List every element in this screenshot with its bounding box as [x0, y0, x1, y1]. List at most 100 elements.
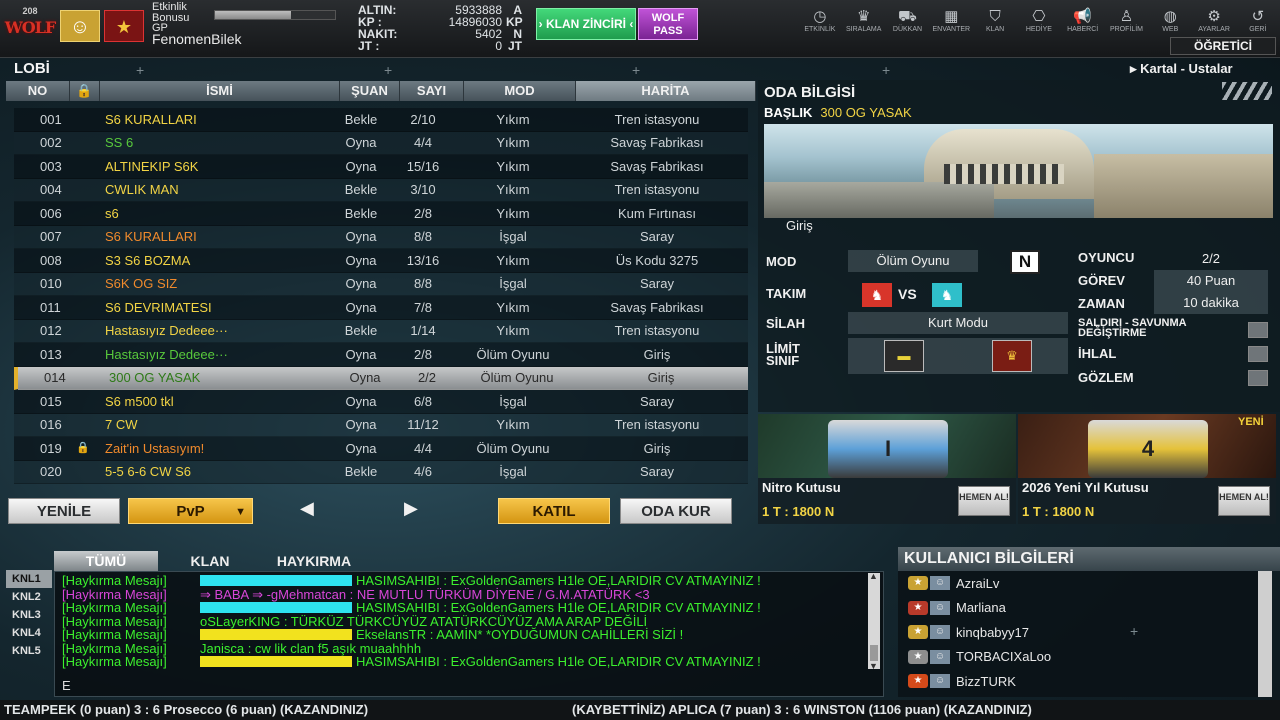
- saldiri-label: SALDIRI - SAVUNMA DEĞİŞTİRME: [1078, 317, 1187, 339]
- menu-item-envanter[interactable]: ▦ ENVANTER: [929, 8, 973, 33]
- lock-icon[interactable]: 🔒: [70, 81, 100, 101]
- user-row[interactable]: ★ ☺ AzraiLv: [898, 571, 1266, 596]
- room-row[interactable]: 016 7 CW Oyna 11/12 Yıkım Tren istasyonu: [14, 413, 748, 437]
- room-status: Oyna: [345, 440, 377, 456]
- chat-channel-knl2[interactable]: KNL2: [6, 588, 52, 606]
- create-room-button[interactable]: ODA KUR: [620, 498, 732, 524]
- shop-item-price: 1 T : 1800 N: [1022, 504, 1095, 519]
- user-row[interactable]: ★ ☺ Marliana: [898, 596, 1266, 621]
- rank-crown-icon: ♛: [992, 340, 1032, 372]
- mod-value: Ölüm Oyunu: [848, 250, 978, 272]
- refresh-button[interactable]: YENİLE: [8, 498, 120, 524]
- ogretici-button[interactable]: ÖĞRETİCİ: [1170, 37, 1276, 55]
- gozlem-checkbox[interactable]: [1248, 370, 1268, 386]
- room-row[interactable]: 013 Hastasıyız Dedeee··· Oyna 2/8 Ölüm Oyunu…: [14, 343, 748, 367]
- tab-all[interactable]: TÜMÜ: [54, 551, 158, 571]
- tab-clan[interactable]: KLAN: [158, 551, 262, 571]
- pvp-dropdown[interactable]: PvP ▼: [128, 498, 253, 524]
- scroll-up-icon[interactable]: ▲: [869, 571, 878, 581]
- user-row[interactable]: ★ ☺ TORBACIXaLoo: [898, 645, 1266, 670]
- prev-page-icon[interactable]: ◀: [300, 498, 314, 519]
- shop-item-nitro[interactable]: I Nitro Kutusu 1 T : 1800 N HEMEN AL!: [758, 414, 1016, 524]
- ihlal-checkbox[interactable]: [1248, 346, 1268, 362]
- menu-item-etki̇nli̇k[interactable]: ◷ ETKİNLİK: [798, 8, 842, 33]
- menu-item-hedi̇ye[interactable]: ⎔ HEDİYE: [1017, 8, 1061, 33]
- chat-channel-knl1[interactable]: KNL1: [6, 570, 52, 588]
- room-name: S6 DEVRIMATESI: [105, 299, 212, 315]
- room-row[interactable]: 014 300 OG YASAK Oyna 2/2 Ölüm Oyunu Giriş: [14, 366, 748, 390]
- col-map[interactable]: HARİTA: [576, 81, 756, 101]
- room-status: Oyna: [345, 229, 377, 245]
- room-row[interactable]: 004 CWLIK MAN Bekle 3/10 Yıkım Tren istasyonu: [14, 178, 748, 202]
- chat-channel-knl4[interactable]: KNL4: [6, 624, 52, 642]
- user-rank-icon: ★: [908, 674, 928, 689]
- room-row[interactable]: 001 S6 KURALLARI Bekle 2/10 Yıkım Tren istasy…: [14, 108, 748, 132]
- room-row[interactable]: 010 S6K OG SIZ Oyna 8/8 İşgal Saray: [14, 272, 748, 296]
- saldiri-checkbox[interactable]: [1248, 322, 1268, 338]
- chat-channel-knl3[interactable]: KNL3: [6, 606, 52, 624]
- scroll-down-icon[interactable]: ▼: [869, 661, 878, 671]
- menu-item-klan[interactable]: ⛉ KLAN: [973, 8, 1017, 33]
- room-mode: Ölüm Oyunu: [476, 440, 550, 456]
- room-name: ALTINEKIP S6K: [105, 158, 199, 174]
- currency-value: 5402: [475, 27, 502, 41]
- room-table-header: NO 🔒 İSMİ ŞUAN SAYI MOD HARİTA: [6, 81, 756, 101]
- buy-now-button[interactable]: HEMEN AL!: [958, 486, 1010, 516]
- klan-zinciri-button[interactable]: › KLAN ZİNCİRİ ‹: [536, 8, 636, 40]
- room-row[interactable]: 020 5-5 6-6 CW S6 Bekle 4/6 İşgal Saray: [14, 460, 748, 484]
- menu-item-haberci̇[interactable]: 📢 HABERCİ: [1061, 8, 1105, 33]
- room-no: 013: [40, 346, 62, 362]
- user-row[interactable]: ★ ☺ BizzTURK: [898, 669, 1266, 694]
- menu-item-profi̇li̇m[interactable]: ♙ PROFİLİM: [1105, 8, 1149, 33]
- baslik-label: BAŞLIK: [764, 105, 813, 120]
- next-page-icon[interactable]: ▶: [404, 498, 418, 519]
- col-status[interactable]: ŞUAN: [340, 81, 400, 101]
- room-count: 6/8: [413, 393, 433, 409]
- menu-item-label: GERİ: [1249, 26, 1267, 33]
- menu-item-ayarlar[interactable]: ⚙ AYARLAR: [1192, 8, 1236, 33]
- col-mode[interactable]: MOD: [464, 81, 576, 101]
- room-row[interactable]: 019 🔒 Zait'in Ustasıyım! Oyna 4/4 Ölüm Oyunu G…: [14, 437, 748, 461]
- chat-channel-knl5[interactable]: KNL5: [6, 642, 52, 660]
- room-no: 007: [40, 229, 62, 245]
- shop-item-newyear[interactable]: 4 2026 Yeni Yıl Kutusu 1 T : 1800 N HEME…: [1018, 414, 1276, 524]
- room-row[interactable]: 012 Hastasıyız Dedeee··· Bekle 1/14 Yıkım Tre…: [14, 319, 748, 343]
- room-no: 020: [40, 464, 62, 480]
- currency-row: NAKIT: 5402 N: [358, 28, 528, 40]
- buy-now-button[interactable]: HEMEN AL!: [1218, 486, 1270, 516]
- menu-item-web[interactable]: ◍ WEB: [1148, 8, 1192, 33]
- user-row[interactable]: ★ ☺ kinqbabyy17: [898, 620, 1266, 645]
- room-no: 008: [40, 252, 62, 268]
- chat-message: [Haykırma Mesajı] HASIMSAHIBI : ExGoldenG…: [62, 574, 862, 588]
- room-no: 011: [40, 299, 61, 315]
- join-button[interactable]: KATIL: [498, 498, 610, 524]
- plus-icon: +: [632, 62, 641, 78]
- menu-item-geri̇[interactable]: ↺ GERİ: [1236, 8, 1280, 33]
- menu-item-dükkan[interactable]: ⛟ DÜKKAN: [886, 8, 930, 33]
- tab-shout[interactable]: HAYKIRMA: [262, 551, 366, 571]
- menu-item-label: SIRALAMA: [845, 26, 882, 33]
- col-count[interactable]: SAYI: [400, 81, 464, 101]
- room-row[interactable]: 007 S6 KURALLARI Oyna 8/8 İşgal Saray: [14, 225, 748, 249]
- chat-scrollbar[interactable]: [868, 573, 880, 669]
- room-row[interactable]: 006 s6 Bekle 2/8 Yıkım Kum Fırtınası: [14, 202, 748, 226]
- web-icon: ◍: [1163, 8, 1177, 25]
- wolf-pass-button[interactable]: WOLF PASS: [638, 8, 698, 40]
- room-row[interactable]: 003 ALTINEKIP S6K Oyna 15/16 Yıkım Savaş Fabr…: [14, 155, 748, 179]
- room-row[interactable]: 015 S6 m500 tkl Oyna 6/8 İşgal Saray: [14, 390, 748, 414]
- scroll-thumb[interactable]: [870, 645, 878, 661]
- room-status: Oyna: [345, 252, 377, 268]
- col-name[interactable]: İSMİ: [100, 81, 340, 101]
- menu-item-siralama[interactable]: ♛ SIRALAMA: [842, 8, 886, 33]
- col-no[interactable]: NO: [6, 81, 70, 101]
- player-avatar[interactable]: ☺: [60, 10, 100, 42]
- user-scrollbar[interactable]: [1258, 571, 1272, 697]
- room-row[interactable]: 008 S3 S6 BOZMA Oyna 13/16 Yıkım Üs Kodu 3275: [14, 249, 748, 273]
- chat-input[interactable]: E: [62, 678, 71, 693]
- ranking-icon: ♛: [856, 8, 871, 25]
- room-row[interactable]: 002 SS 6 Oyna 4/4 Yıkım Savaş Fabrikası: [14, 131, 748, 155]
- room-map: Giriş: [643, 440, 671, 456]
- room-row[interactable]: 011 S6 DEVRIMATESI Oyna 7/8 Yıkım Savaş Fabri…: [14, 296, 748, 320]
- top-bar: 208 WOLF ☺ ★ Etkinlik Bonusu GP FenomenB…: [0, 0, 1280, 58]
- stripes-decoration: [1222, 82, 1272, 100]
